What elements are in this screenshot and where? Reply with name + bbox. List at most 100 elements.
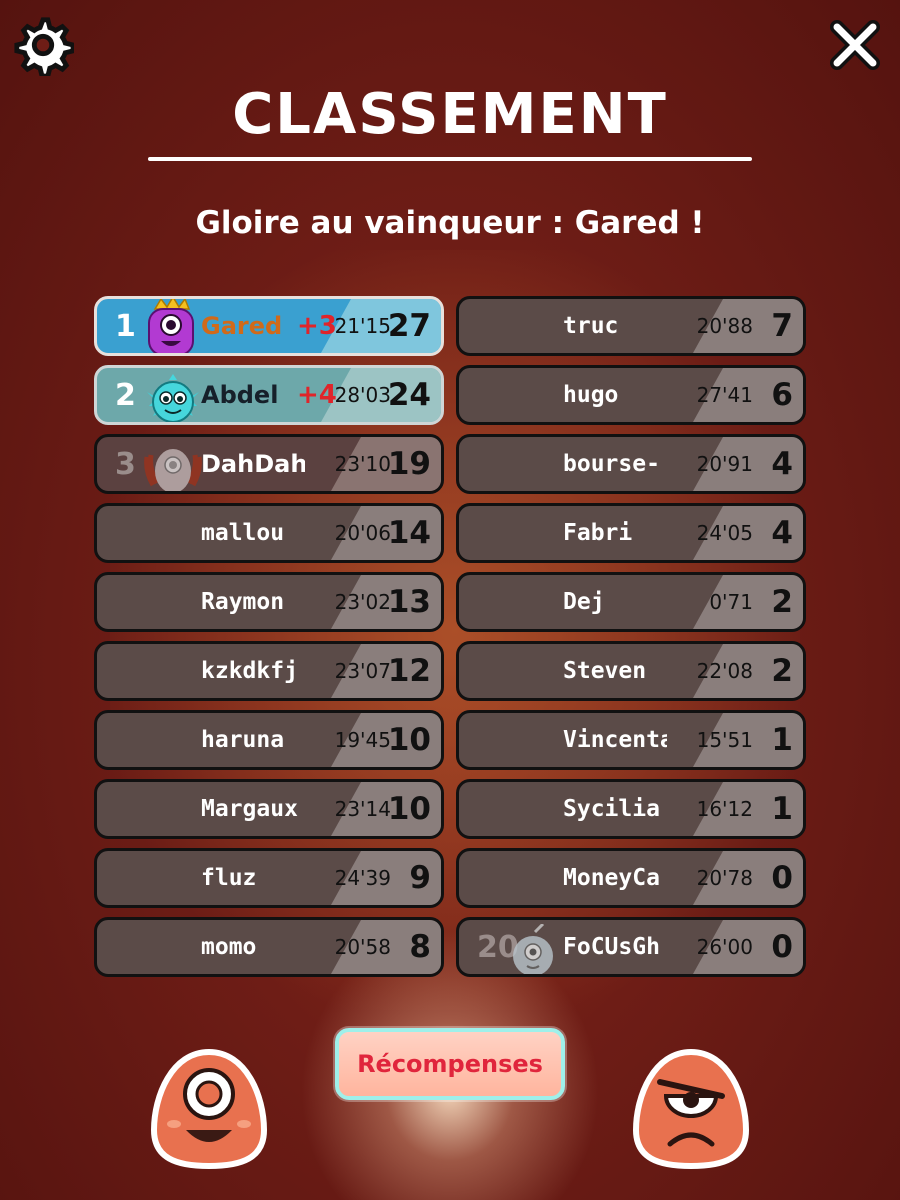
row-time: 21'15 (334, 314, 391, 338)
row-score: 2 (771, 653, 793, 689)
purple-monster-avatar (143, 299, 199, 353)
leaderboard-row[interactable]: momo 20'58 8 (94, 917, 444, 977)
close-icon (830, 20, 880, 70)
leaderboard-row[interactable]: MoneyCa 20'78 0 (456, 848, 806, 908)
row-gain: +3 (297, 311, 337, 341)
row-player-name: haruna (201, 727, 285, 753)
leaderboard-row[interactable]: 20 FoCUsGh 26'00 0 (456, 917, 806, 977)
row-player-name: Fabri (563, 520, 633, 546)
row-rank: 3 (115, 446, 136, 482)
row-time: 0'71 (709, 590, 753, 614)
row-time: 27'41 (696, 383, 753, 407)
row-score: 1 (771, 722, 793, 758)
leaderboard-row[interactable]: haruna 19'45 10 (94, 710, 444, 770)
leaderboard-row[interactable]: kzkdkfj 23'07 12 (94, 641, 444, 701)
rewards-button[interactable]: Récompenses (335, 1028, 565, 1100)
row-gain: +4 (297, 380, 337, 410)
leaderboard-left-column: 1 Gared +3 21'15 27 2 Abdel +4 28'03 24 3 DahDah 23'… (94, 296, 444, 986)
row-player-name: kzkdkfj (201, 658, 298, 684)
leaderboard-row[interactable]: 3 DahDah 23'10 19 (94, 434, 444, 494)
row-player-name: Sycilia (563, 796, 660, 822)
row-score: 9 (409, 860, 431, 896)
row-time: 23'14 (334, 797, 391, 821)
ghost-monster-avatar (505, 922, 561, 974)
row-score: 0 (771, 860, 793, 896)
leaderboard-row[interactable]: Vincenta 15'51 1 (456, 710, 806, 770)
happy-monster-icon (150, 1048, 268, 1170)
row-score: 10 (387, 722, 431, 758)
leaderboard-row[interactable]: Fabri 24'05 4 (456, 503, 806, 563)
row-score: 2 (771, 584, 793, 620)
row-player-name: fluz (201, 865, 257, 891)
gear-icon (14, 17, 74, 76)
leaderboard-row[interactable]: Steven 22'08 2 (456, 641, 806, 701)
row-score: 27 (387, 308, 431, 344)
page-title: CLASSEMENT (232, 82, 668, 147)
leaderboard-right-column: truc 20'88 7 hugo 27'41 6 bourse- 20'91 4 Fabri 24… (456, 296, 806, 986)
row-time: 26'00 (696, 935, 753, 959)
angry-monster-icon (632, 1048, 750, 1170)
row-time: 15'51 (696, 728, 753, 752)
row-score: 6 (771, 377, 793, 413)
row-score: 10 (387, 791, 431, 827)
row-player-name: Abdel (201, 381, 279, 409)
leaderboard-row[interactable]: Raymon 23'02 13 (94, 572, 444, 632)
row-score: 12 (387, 653, 431, 689)
row-score: 0 (771, 929, 793, 965)
winner-subtitle: Gloire au vainqueur : Gared ! (195, 205, 705, 241)
row-player-name: Vincenta (563, 727, 667, 753)
row-time: 20'78 (696, 866, 753, 890)
leaderboard-row[interactable]: 2 Abdel +4 28'03 24 (94, 365, 444, 425)
gray-monster-avatar (143, 441, 202, 491)
leaderboard: 1 Gared +3 21'15 27 2 Abdel +4 28'03 24 3 DahDah 23'… (94, 296, 806, 986)
happy-monster-button[interactable] (146, 1046, 272, 1170)
leaderboard-row[interactable]: Margaux 23'14 10 (94, 779, 444, 839)
row-score: 13 (387, 584, 431, 620)
row-score: 19 (387, 446, 431, 482)
row-score: 4 (771, 446, 793, 482)
close-button[interactable] (822, 12, 888, 78)
row-time: 28'03 (334, 383, 391, 407)
row-time: 20'06 (334, 521, 391, 545)
row-player-name: FoCUsGh (563, 934, 660, 960)
row-time: 22'08 (696, 659, 753, 683)
row-score: 24 (387, 377, 431, 413)
row-time: 19'45 (334, 728, 391, 752)
row-player-name: truc (563, 313, 619, 339)
row-time: 20'88 (696, 314, 753, 338)
row-player-name: hugo (563, 382, 619, 408)
row-time: 24'05 (696, 521, 753, 545)
teal-monster-avatar (143, 372, 199, 422)
row-time: 24'39 (334, 866, 391, 890)
angry-monster-button[interactable] (628, 1046, 754, 1170)
row-rank: 1 (115, 308, 136, 344)
row-player-name: Margaux (201, 796, 298, 822)
row-player-name: Raymon (201, 589, 285, 615)
row-player-name: mallou (201, 520, 285, 546)
leaderboard-row[interactable]: truc 20'88 7 (456, 296, 806, 356)
row-rank: 2 (115, 377, 136, 413)
row-player-name: bourse- (563, 451, 660, 477)
settings-button[interactable] (10, 12, 76, 78)
leaderboard-row[interactable]: Dej 0'71 2 (456, 572, 806, 632)
leaderboard-row[interactable]: 1 Gared +3 21'15 27 (94, 296, 444, 356)
row-time: 20'91 (696, 452, 753, 476)
row-player-name: Steven (563, 658, 647, 684)
leaderboard-row[interactable]: hugo 27'41 6 (456, 365, 806, 425)
row-time: 16'12 (696, 797, 753, 821)
row-player-name: Dej (563, 589, 605, 615)
row-score: 8 (409, 929, 431, 965)
row-time: 23'02 (334, 590, 391, 614)
leaderboard-row[interactable]: fluz 24'39 9 (94, 848, 444, 908)
title-divider (148, 157, 752, 161)
leaderboard-row[interactable]: bourse- 20'91 4 (456, 434, 806, 494)
row-time: 23'07 (334, 659, 391, 683)
leaderboard-row[interactable]: mallou 20'06 14 (94, 503, 444, 563)
row-time: 20'58 (334, 935, 391, 959)
row-player-name: Gared (201, 312, 283, 340)
leaderboard-row[interactable]: Sycilia 16'12 1 (456, 779, 806, 839)
row-score: 7 (771, 308, 793, 344)
row-player-name: momo (201, 934, 257, 960)
row-player-name: DahDah (201, 450, 305, 478)
row-score: 1 (771, 791, 793, 827)
